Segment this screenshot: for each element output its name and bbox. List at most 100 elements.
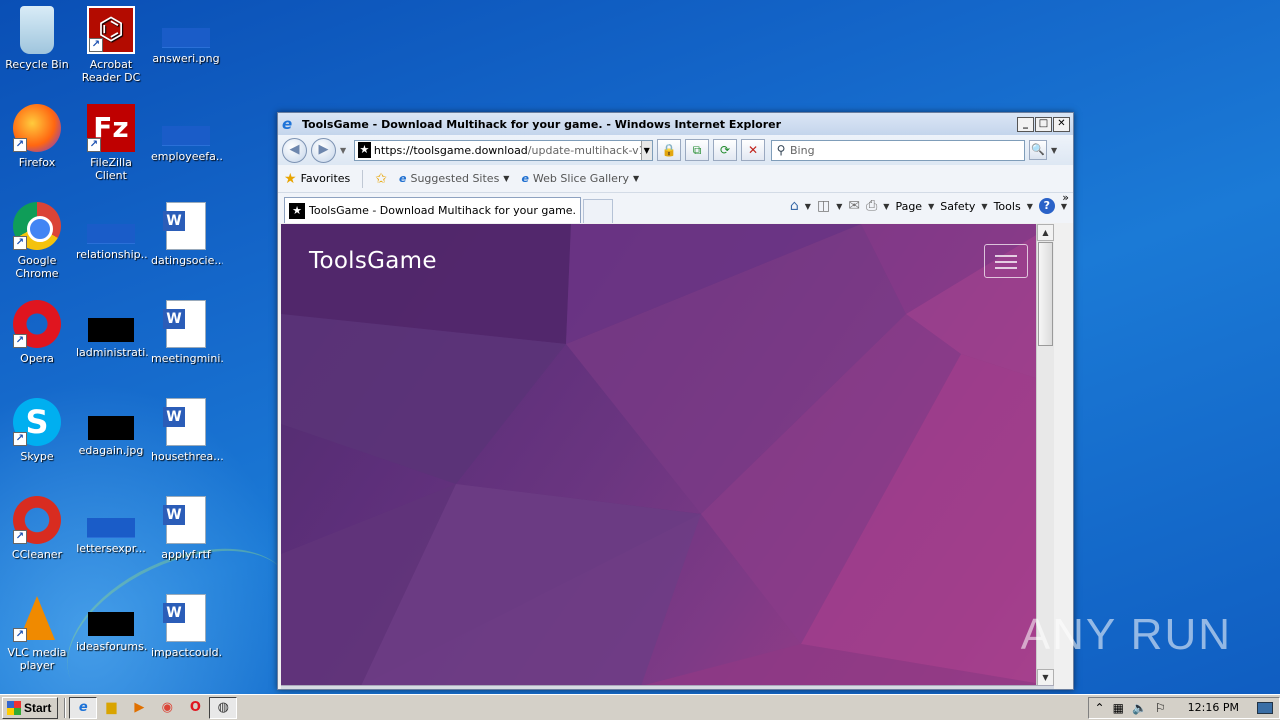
search-box[interactable]: ⚲ Bing	[771, 139, 1025, 161]
add-to-favorites-bar-button[interactable]: ✩	[375, 171, 387, 187]
site-brand-logo[interactable]: ToolsGame	[309, 248, 437, 274]
web-slice-gallery-label: Web Slice Gallery	[532, 172, 629, 185]
tab-strip: ★ ToolsGame - Download Multihack for you…	[278, 191, 1073, 223]
desktop-icon-label: Opera	[20, 352, 54, 365]
desktop-icon-answeri[interactable]: answeri.png	[149, 0, 223, 92]
desktop-icon-ccleaner[interactable]: ↗ CCleaner	[0, 490, 74, 582]
desktop-icon-vlc[interactable]: ↗ VLC media player	[0, 588, 74, 680]
desktop-icon-google-chrome[interactable]: ↗ Google Chrome	[0, 196, 74, 288]
taskbar-internet-explorer[interactable]: e	[69, 696, 98, 719]
taskbar-app-running[interactable]: ◍	[209, 696, 238, 719]
help-icon[interactable]: ?	[1038, 198, 1055, 214]
desktop-icon-label: meetingmini...	[151, 352, 223, 365]
scroll-down-arrow-icon[interactable]: ▼	[1037, 669, 1054, 686]
scrollbar-thumb[interactable]	[1038, 242, 1053, 346]
taskbar-media-player[interactable]: ▶	[125, 697, 153, 719]
menu-line	[995, 267, 1017, 269]
search-options-dropdown-icon[interactable]: ▼	[1051, 146, 1063, 155]
desktop-icon-label: ladministrati...	[76, 346, 148, 359]
desktop-icon-relationship[interactable]: relationship...	[74, 196, 148, 288]
maximize-button[interactable]: □	[1035, 116, 1052, 132]
address-dropdown-icon[interactable]: ▼	[640, 140, 652, 160]
print-icon[interactable]: ⎙	[866, 198, 877, 214]
command-bar: ⌂ ▼ ◫ ▼ ✉ ⎙ ▼ Page ▼ Safety ▼ Tools ▼ ? …	[790, 195, 1067, 217]
internet-explorer-icon: e	[282, 115, 293, 133]
page-viewport[interactable]: ToolsGame ▲ ▼	[281, 224, 1054, 686]
search-go-button[interactable]: 🔍	[1029, 140, 1047, 160]
file-thumbnail-icon	[87, 224, 135, 244]
desktop-icon-impactcould[interactable]: impactcould...	[149, 588, 223, 680]
favorites-button[interactable]: ★ Favorites	[284, 171, 350, 187]
desktop-icon-skype[interactable]: S ↗ Skype	[0, 392, 74, 484]
desktop-icon-label: FileZilla Client	[90, 156, 132, 182]
compatibility-view-icon[interactable]: ⧉	[685, 139, 709, 161]
tools-menu[interactable]: Tools	[994, 200, 1021, 213]
desktop-icon-acrobat[interactable]: ↗ Acrobat Reader DC	[74, 0, 148, 92]
address-bar[interactable]: ★ https://toolsgame.download /update-mul…	[354, 139, 653, 161]
separator	[64, 697, 67, 718]
desktop-icon-ladministrati[interactable]: ladministrati...	[74, 294, 148, 386]
desktop-icon-firefox[interactable]: ↗ Firefox	[0, 98, 74, 190]
page-menu[interactable]: Page	[895, 200, 922, 213]
clock[interactable]: 12:16 PM	[1188, 701, 1239, 714]
close-button[interactable]: ✕	[1053, 116, 1070, 132]
refresh-icon[interactable]: ⟳	[713, 139, 737, 161]
desktop-icon-filezilla[interactable]: Fz ↗ FileZilla Client	[74, 98, 148, 190]
safety-menu[interactable]: Safety	[940, 200, 975, 213]
more-commands-chevron-icon[interactable]: »	[1062, 191, 1069, 204]
volume-icon[interactable]: 🔈	[1132, 701, 1147, 715]
desktop-icon-datingsocie[interactable]: datingsocie...	[149, 196, 223, 288]
tab-title: ToolsGame - Download Multihack for your …	[309, 204, 577, 217]
suggested-sites-link[interactable]: e Suggested Sites ▼	[399, 172, 509, 185]
word-document-icon	[163, 202, 206, 250]
taskbar: Start e ▆ ▶ ◉ O ◍ ⌃ ▦ 🔈 ⚐ 12:16 PM	[0, 694, 1280, 720]
recent-pages-dropdown-icon[interactable]: ▼	[340, 146, 350, 155]
desktop-icon-recycle-bin[interactable]: Recycle Bin	[0, 0, 74, 92]
security-lock-icon[interactable]: 🔒	[657, 139, 681, 161]
desktop-icon-employeefa[interactable]: employeefa...	[149, 98, 223, 190]
chevron-down-icon: ▼	[928, 201, 935, 211]
ie-window[interactable]: e ToolsGame - Download Multihack for you…	[277, 112, 1074, 690]
network-icon[interactable]: ▦	[1113, 701, 1124, 715]
status-bar	[281, 685, 1054, 689]
home-icon[interactable]: ⌂	[790, 198, 799, 214]
desktop-icon-edagain[interactable]: edagain.jpg	[74, 392, 148, 484]
forward-button[interactable]: ▶	[311, 137, 336, 163]
action-center-flag-icon[interactable]: ⚐	[1155, 701, 1166, 715]
stop-icon[interactable]: ✕	[741, 139, 765, 161]
desktop-icon-label: Firefox	[18, 156, 56, 169]
taskbar-file-explorer[interactable]: ▆	[97, 697, 125, 719]
desktop-icon-lettersexpr[interactable]: lettersexpr...	[74, 490, 148, 582]
hamburger-menu-button[interactable]	[984, 244, 1028, 278]
new-tab-button[interactable]	[583, 199, 613, 223]
desktop-icon-applyf[interactable]: applyf.rtf	[149, 490, 223, 582]
url-host: https://toolsgame.download	[373, 143, 528, 157]
taskbar-chrome[interactable]: ◉	[153, 697, 181, 719]
chevron-down-icon[interactable]: ▼	[883, 202, 889, 211]
navigation-bar: ◀ ▶ ▼ ★ https://toolsgame.download /upda…	[278, 135, 1073, 165]
taskbar-opera[interactable]: O	[181, 697, 209, 719]
image-file-icon	[162, 28, 210, 48]
desktop-icon-housethrea[interactable]: housethrea...	[149, 392, 223, 484]
window-titlebar[interactable]: e ToolsGame - Download Multihack for you…	[278, 113, 1073, 135]
minimize-button[interactable]: _	[1017, 116, 1034, 132]
ie-page-icon: e	[399, 172, 407, 185]
show-desktop-button[interactable]	[1257, 701, 1273, 714]
read-mail-icon[interactable]: ✉	[848, 198, 860, 214]
url-path: /update-multihack-v1-4-2	[527, 143, 641, 157]
chevron-down-icon[interactable]: ▼	[836, 202, 842, 211]
web-slice-gallery-link[interactable]: e Web Slice Gallery ▼	[521, 172, 639, 185]
word-document-icon	[163, 496, 206, 544]
feeds-icon[interactable]: ◫	[817, 198, 830, 214]
desktop-icon-meetingmini[interactable]: meetingmini...	[149, 294, 223, 386]
image-file-icon	[88, 416, 134, 440]
browser-tab-active[interactable]: ★ ToolsGame - Download Multihack for you…	[284, 197, 581, 223]
scroll-up-arrow-icon[interactable]: ▲	[1037, 224, 1054, 241]
start-button[interactable]: Start	[2, 696, 59, 719]
window-title: ToolsGame - Download Multihack for your …	[302, 117, 782, 131]
show-hidden-icons-icon[interactable]: ⌃	[1095, 701, 1105, 715]
desktop-icon-opera[interactable]: ↗ Opera	[0, 294, 74, 386]
back-button[interactable]: ◀	[282, 137, 307, 163]
chevron-down-icon[interactable]: ▼	[805, 202, 811, 211]
desktop-icon-ideasforums[interactable]: ideasforums...	[74, 588, 148, 680]
